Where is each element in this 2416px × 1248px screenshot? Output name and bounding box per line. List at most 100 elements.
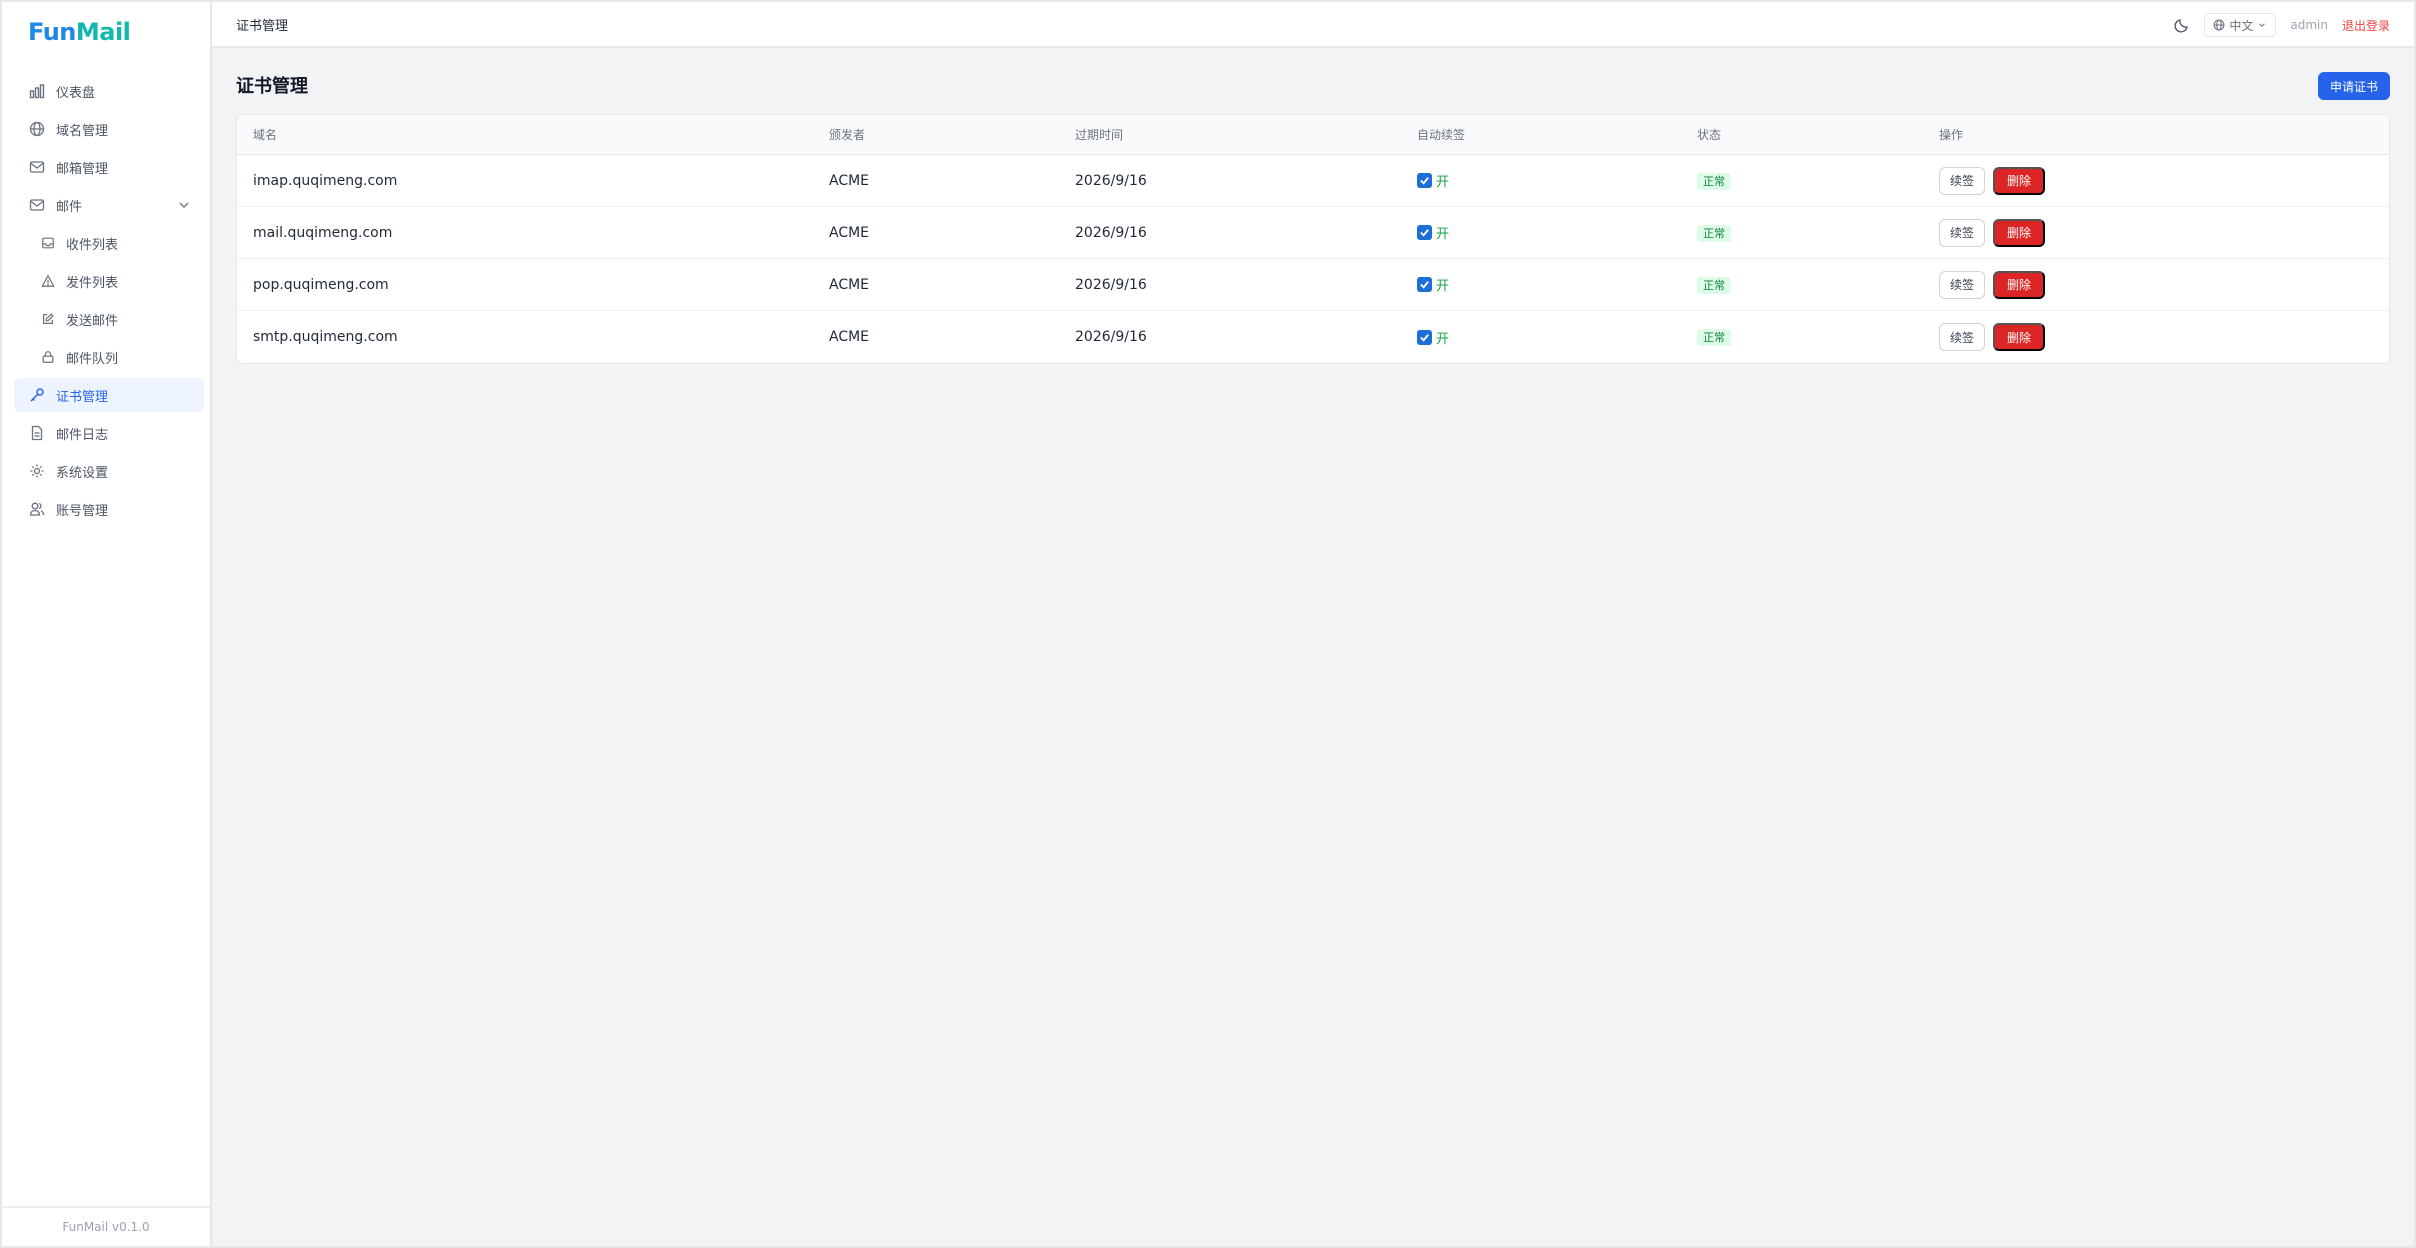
chevron-down-icon[interactable]: [176, 197, 192, 213]
actions-cell: 续签 删除: [1939, 270, 2046, 299]
column-header-domain[interactable]: 域名: [253, 126, 277, 143]
sidebar-item-accounts[interactable]: 账号管理: [14, 492, 204, 526]
actions-cell: 续签 删除: [1939, 323, 2046, 351]
page-title: 证书管理: [236, 76, 308, 97]
chevron-down-icon: [2257, 20, 2267, 30]
renew-button[interactable]: 续签: [1939, 218, 1986, 247]
sidebar-item-sent[interactable]: 发件列表: [14, 264, 204, 298]
cell-issuer: ACME: [829, 329, 870, 345]
delete-button[interactable]: 删除: [1993, 270, 2046, 299]
status-badge: 正常: [1697, 276, 1731, 294]
delete-button[interactable]: 删除: [1993, 323, 2046, 351]
delete-button[interactable]: 删除: [1993, 218, 2046, 247]
checkbox-checked-icon[interactable]: [1417, 225, 1432, 240]
auto-renew-toggle[interactable]: 开: [1417, 171, 1449, 190]
table-header: 域名 颁发者 过期时间 自动续签 状态 操作: [237, 115, 2389, 155]
status-cell: 正常: [1697, 172, 1731, 190]
sidebar-nav: 仪表盘 域名管理 邮箱管理 邮件 收件列表 发件列表 发送邮件 邮件队列 证书管…: [14, 74, 204, 530]
queue-icon: [40, 348, 56, 366]
status-badge: 正常: [1697, 224, 1731, 242]
table-row: smtp.quqimeng.com ACME 2026/9/16 开 正常 续签…: [237, 311, 2389, 363]
sidebar-item-mailboxes[interactable]: 邮箱管理: [14, 150, 204, 184]
edit-icon: [40, 310, 56, 328]
status-badge: 正常: [1697, 329, 1731, 346]
topbar-actions: 中文 admin 退出登录: [2174, 2, 2390, 48]
version-label: FunMail v0.1.0: [2, 1206, 210, 1246]
cell-domain: smtp.quqimeng.com: [253, 329, 398, 345]
auto-renew-toggle[interactable]: 开: [1417, 223, 1449, 242]
cell-issuer: ACME: [829, 276, 870, 293]
cell-issuer: ACME: [829, 224, 870, 241]
auto-renew-label: 开: [1436, 227, 1450, 242]
renew-button[interactable]: 续签: [1939, 323, 1986, 351]
mail-icon: [28, 196, 46, 214]
actions-cell: 续签 删除: [1939, 166, 2046, 195]
renew-button[interactable]: 续签: [1939, 270, 1986, 299]
column-header-expires[interactable]: 过期时间: [1075, 126, 1123, 143]
sidebar-item-compose[interactable]: 发送邮件: [14, 302, 204, 336]
table-row: mail.quqimeng.com ACME 2026/9/16 开 正常 续签…: [237, 207, 2389, 259]
moon-icon[interactable]: [2174, 17, 2190, 33]
username: admin: [2290, 18, 2328, 32]
auto-renew-label: 开: [1436, 279, 1450, 294]
column-header-auto-renew[interactable]: 自动续签: [1417, 126, 1465, 143]
table-row: imap.quqimeng.com ACME 2026/9/16 开 正常 续签…: [237, 155, 2389, 207]
sidebar-item-settings[interactable]: 系统设置: [14, 454, 204, 488]
cell-expires: 2026/9/16: [1075, 329, 1147, 345]
send-icon: [40, 272, 56, 290]
file-icon: [28, 424, 46, 442]
column-header-status[interactable]: 状态: [1697, 126, 1721, 143]
users-icon: [28, 500, 46, 518]
sidebar-item-inbox[interactable]: 收件列表: [14, 226, 204, 260]
content: 证书管理 申请证书 域名 颁发者 过期时间 自动续签 状态 操作 imap.qu…: [236, 48, 2390, 364]
status-cell: 正常: [1697, 329, 1731, 346]
sidebar-item-queue[interactable]: 邮件队列: [14, 340, 204, 374]
sidebar-item-mail-logs[interactable]: 邮件日志: [14, 416, 204, 450]
checkbox-checked-icon[interactable]: [1417, 173, 1432, 188]
gear-icon: [28, 462, 46, 480]
auto-renew-toggle[interactable]: 开: [1417, 328, 1449, 347]
column-header-actions: 操作: [1939, 128, 1964, 142]
cell-domain: mail.quqimeng.com: [253, 224, 393, 241]
breadcrumb: 证书管理: [236, 18, 289, 34]
sidebar-item-certificates[interactable]: 证书管理: [14, 378, 204, 412]
chart-icon: [28, 82, 46, 100]
auto-renew-label: 开: [1436, 175, 1450, 190]
cell-domain: pop.quqimeng.com: [253, 276, 389, 293]
sidebar-item-mail-group[interactable]: 邮件: [14, 188, 204, 222]
key-icon: [28, 386, 46, 404]
status-cell: 正常: [1697, 276, 1731, 294]
auto-renew-label: 开: [1436, 331, 1450, 347]
language-value: 中文: [2229, 18, 2254, 33]
cell-expires: 2026/9/16: [1075, 276, 1147, 293]
auto-renew-toggle[interactable]: 开: [1417, 275, 1449, 294]
status-cell: 正常: [1697, 224, 1731, 242]
status-badge: 正常: [1697, 172, 1731, 190]
table-row: pop.quqimeng.com ACME 2026/9/16 开 正常 续签 …: [237, 259, 2389, 311]
sidebar: FunMail 仪表盘 域名管理 邮箱管理 邮件 收件列表 发件列表 发送邮件 …: [2, 2, 212, 1246]
mail-icon: [28, 158, 46, 176]
main-area: 证书管理 中文 admin 退出登录 证书管理 申请证书 域名 颁发者 过期时间…: [212, 2, 2414, 1246]
cell-expires: 2026/9/16: [1075, 172, 1147, 189]
renew-button[interactable]: 续签: [1939, 166, 1986, 195]
certificates-table: 域名 颁发者 过期时间 自动续签 状态 操作 imap.quqimeng.com…: [236, 114, 2390, 364]
globe-icon: [28, 120, 46, 138]
app-logo[interactable]: FunMail: [28, 18, 131, 46]
checkbox-checked-icon[interactable]: [1417, 329, 1432, 345]
actions-cell: 续签 删除: [1939, 218, 2046, 247]
cell-expires: 2026/9/16: [1075, 224, 1147, 241]
inbox-icon: [40, 234, 56, 252]
sidebar-item-domains[interactable]: 域名管理: [14, 112, 204, 146]
globe-icon: [2213, 19, 2225, 31]
logout-link[interactable]: 退出登录: [2342, 17, 2390, 34]
cell-domain: imap.quqimeng.com: [253, 172, 398, 189]
column-header-issuer[interactable]: 颁发者: [829, 126, 865, 143]
sidebar-item-dashboard[interactable]: 仪表盘: [14, 74, 204, 108]
language-select[interactable]: 中文: [2204, 13, 2277, 37]
delete-button[interactable]: 删除: [1993, 166, 2046, 195]
topbar: 证书管理 中文 admin 退出登录: [212, 2, 2414, 48]
cell-issuer: ACME: [829, 172, 870, 189]
apply-certificate-button[interactable]: 申请证书: [2317, 72, 2390, 100]
page-header: 证书管理 申请证书: [236, 48, 2390, 114]
checkbox-checked-icon[interactable]: [1417, 277, 1432, 292]
